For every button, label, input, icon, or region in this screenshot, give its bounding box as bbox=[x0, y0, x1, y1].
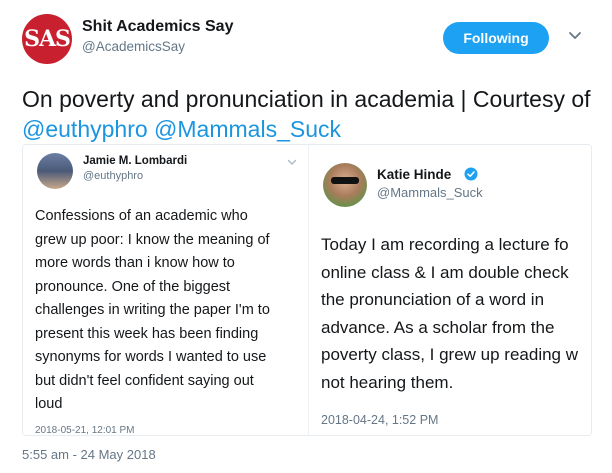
following-button[interactable]: Following bbox=[443, 22, 549, 54]
mention-link-mammals-suck[interactable]: @Mammals_Suck bbox=[154, 116, 341, 142]
embedded-tweet-date: 2018-05-21, 12:01 PM bbox=[35, 425, 135, 435]
tweet-timestamp[interactable]: 5:55 am - 24 May 2018 bbox=[22, 447, 156, 462]
tweet-text: On poverty and pronunciation in academia… bbox=[22, 84, 592, 144]
embedded-tweet-text: Today I am recording a lecture fo online… bbox=[321, 231, 591, 396]
mention-link-euthyphro[interactable]: @euthyphro bbox=[22, 116, 148, 142]
text-line: online class & I am double check bbox=[321, 262, 569, 282]
text-line: Today I am recording a lecture fo bbox=[321, 235, 569, 254]
text-line: present this week has been finding bbox=[35, 325, 259, 342]
text-line: pronounce. One of the biggest bbox=[35, 278, 231, 295]
sunglasses-icon bbox=[331, 177, 359, 184]
embedded-author-handle: @euthyphro bbox=[83, 170, 144, 182]
text-line: challenges in writing the paper I'm to bbox=[35, 302, 270, 318]
account-name[interactable]: Shit Academics Say bbox=[82, 18, 233, 36]
tweet-text-body: On poverty and pronunciation in academia… bbox=[22, 86, 591, 112]
text-line: synonyms for words I wanted to use bbox=[35, 349, 267, 365]
embedded-author-name: Jamie M. Lombardi bbox=[83, 155, 188, 167]
text-line: advance. As a scholar from the bbox=[321, 317, 555, 337]
text-line: poverty class, I grew up reading w bbox=[321, 345, 579, 364]
chevron-down-icon bbox=[287, 159, 297, 165]
embedded-author-name: Katie Hinde bbox=[377, 167, 452, 182]
verified-badge-icon bbox=[464, 167, 478, 181]
text-line: more words than i know how to bbox=[35, 255, 235, 271]
text-line: Confessions of an academic who bbox=[35, 208, 248, 224]
text-line: not hearing them. bbox=[321, 372, 454, 392]
avatar[interactable]: SAS bbox=[22, 14, 72, 64]
tweet-header: SAS Shit Academics Say @AcademicsSay Fol… bbox=[22, 14, 592, 70]
chevron-down-icon[interactable] bbox=[568, 28, 582, 42]
avatar bbox=[37, 153, 73, 189]
text-line: grew up poor: I know the meaning of bbox=[35, 231, 270, 248]
embedded-tweet-text: Confessions of an academic who grew up p… bbox=[35, 205, 303, 417]
embedded-author-handle: @Mammals_Suck bbox=[377, 185, 483, 200]
avatar bbox=[323, 163, 367, 207]
screenshot-left: Jamie M. Lombardi @euthyphro Confessions… bbox=[23, 145, 308, 435]
account-handle[interactable]: @AcademicsSay bbox=[82, 39, 185, 54]
text-line: loud bbox=[35, 396, 63, 412]
text-line: but didn't feel confident saying out bbox=[35, 372, 254, 389]
screenshot-right: Katie Hinde @Mammals_Suck Today I am rec… bbox=[308, 145, 591, 435]
text-line: the pronunciation of a word in bbox=[321, 290, 545, 309]
embedded-tweet-date: 2018-04-24, 1:52 PM bbox=[321, 413, 439, 427]
attached-image[interactable]: Jamie M. Lombardi @euthyphro Confessions… bbox=[22, 144, 592, 436]
